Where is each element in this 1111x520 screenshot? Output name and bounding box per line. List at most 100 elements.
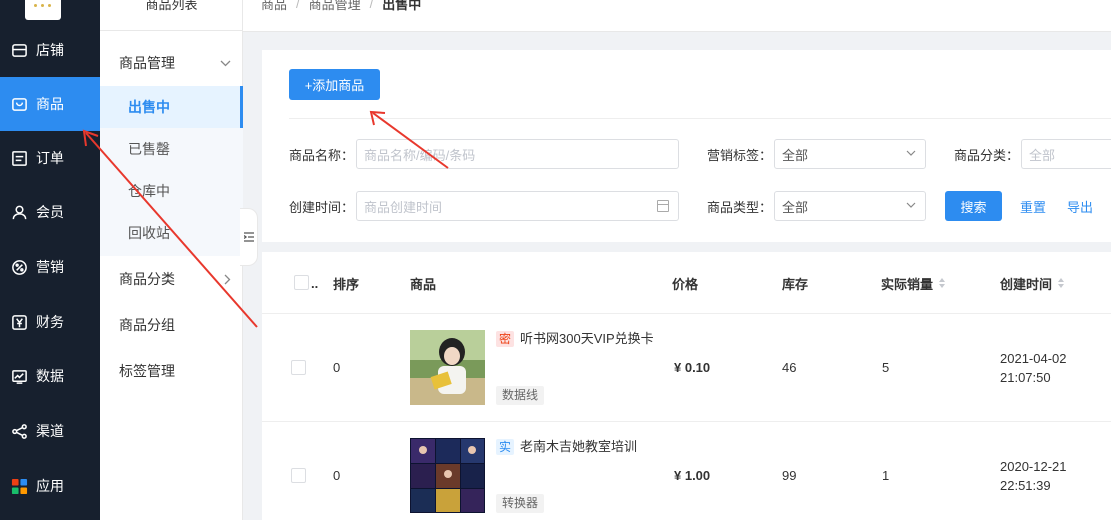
marketing-tag-label: 营销标签：	[707, 147, 773, 163]
apps-icon	[10, 477, 28, 495]
product-type-label: 商品类型：	[707, 199, 773, 215]
logo[interactable]	[25, 0, 61, 20]
row-price: ¥ 1.00	[674, 468, 711, 483]
group-label: 商品分类	[119, 271, 175, 287]
add-product-button[interactable]: +添加商品	[289, 69, 380, 100]
reset-button[interactable]: 重置	[1020, 191, 1046, 221]
bag-icon	[10, 95, 28, 113]
header-product: 商品	[410, 276, 437, 292]
nav-item-products[interactable]: 商品	[0, 77, 100, 131]
created-time-picker[interactable]: 商品创建时间	[356, 191, 679, 221]
order-icon	[10, 149, 28, 167]
select-header-ellipsis: ..	[311, 275, 319, 291]
main-sidebar: 店铺 商品 订单 会员 营销 财务 数据 渠道 应用	[0, 0, 100, 520]
row-checkbox[interactable]	[291, 360, 306, 375]
search-button[interactable]: 搜索	[945, 191, 1002, 221]
user-icon	[10, 203, 28, 221]
header-stock: 库存	[782, 276, 809, 292]
placeholder: 商品名称/编码/条码	[364, 147, 476, 163]
submenu-warehouse[interactable]: 仓库中	[100, 170, 243, 212]
created-time: 21:07:50	[1000, 370, 1051, 385]
product-name[interactable]: 密听书网300天VIP兑换卡	[496, 329, 656, 348]
nav-label: 财务	[36, 314, 64, 330]
product-thumbnail[interactable]	[410, 330, 485, 405]
row-price: ¥ 0.10	[674, 360, 711, 375]
product-type-select[interactable]: 全部	[774, 191, 926, 221]
select-value: 全部	[782, 199, 809, 215]
breadcrumb-separator: /	[296, 0, 300, 11]
nav-item-data[interactable]: 数据	[0, 349, 100, 403]
nav-label: 渠道	[36, 423, 64, 439]
submenu-sold-out[interactable]: 已售罄	[100, 128, 243, 170]
row-checkbox[interactable]	[291, 468, 306, 483]
marketing-tag-select[interactable]: 全部	[774, 139, 926, 169]
store-icon	[10, 41, 28, 59]
row-created: 2020-12-21 22:51:39	[1000, 457, 1067, 495]
breadcrumb: 商品 / 商品管理 / 出售中	[243, 0, 1111, 32]
divider	[289, 118, 1111, 119]
group-product-management[interactable]: 商品管理	[100, 41, 243, 85]
breadcrumb-separator: /	[369, 0, 374, 11]
group-product-category[interactable]: 商品分类	[100, 257, 243, 301]
secondary-nav: 商品列表 商品管理 出售中 已售罄 仓库中 回收站 商品分类 商品分组 标签管理	[100, 0, 243, 520]
row-sales: 1	[882, 468, 890, 483]
product-thumbnail[interactable]	[410, 438, 485, 513]
nav-item-store[interactable]: 店铺	[0, 23, 100, 77]
product-name[interactable]: 实老南木吉她教室培训	[496, 437, 656, 456]
physical-type-badge: 实	[496, 439, 515, 455]
product-table: .. 排序 商品 价格 库存 实际销量 创建时间 0 密听书网300天VIP兑换…	[262, 252, 1111, 520]
calendar-icon	[657, 200, 669, 212]
nav-item-members[interactable]: 会员	[0, 185, 100, 239]
row-created: 2021-04-02 21:07:50	[1000, 349, 1067, 387]
breadcrumb-item[interactable]: 商品管理	[309, 0, 361, 13]
category-select[interactable]: 全部	[1021, 139, 1111, 169]
subnav-title: 商品列表	[145, 0, 198, 12]
product-title: 听书网300天VIP兑换卡	[520, 331, 654, 346]
nav-item-orders[interactable]: 订单	[0, 131, 100, 185]
breadcrumb-item[interactable]: 商品	[261, 0, 287, 13]
group-tag-management[interactable]: 标签管理	[100, 349, 243, 393]
chart-icon	[10, 367, 28, 385]
product-name-label: 商品名称：	[289, 147, 355, 163]
created-date: 2021-04-02	[1000, 351, 1067, 366]
submenu-recycle-bin[interactable]: 回收站	[100, 212, 243, 254]
created-time-label: 创建时间：	[289, 199, 355, 215]
group-label: 商品管理	[119, 55, 175, 71]
nav-label: 会员	[36, 204, 64, 220]
divider	[262, 313, 1111, 314]
created-time: 22:51:39	[1000, 478, 1051, 493]
group-product-group[interactable]: 商品分组	[100, 303, 243, 347]
row-stock: 46	[782, 360, 797, 375]
header-sales-sortable[interactable]: 实际销量	[881, 252, 946, 314]
header-created-sortable[interactable]: 创建时间	[1000, 252, 1065, 314]
select-value: 全部	[1029, 147, 1056, 163]
nav-item-finance[interactable]: 财务	[0, 295, 100, 349]
category-label: 商品分类：	[954, 147, 1020, 163]
sort-icon[interactable]	[1058, 278, 1065, 288]
row-order: 0	[333, 468, 341, 483]
export-button[interactable]: 导出	[1067, 191, 1093, 221]
select-all-checkbox[interactable]	[294, 275, 309, 290]
select-value: 全部	[782, 147, 809, 163]
product-title: 老南木吉她教室培训	[520, 439, 638, 454]
sort-icon[interactable]	[939, 278, 946, 288]
nav-item-marketing[interactable]: 营销	[0, 240, 100, 294]
nav-label: 商品	[36, 96, 64, 112]
created-date: 2020-12-21	[1000, 459, 1067, 474]
nav-label: 店铺	[36, 42, 64, 58]
placeholder: 商品创建时间	[364, 199, 443, 215]
submenu-on-sale[interactable]: 出售中	[100, 86, 243, 128]
nav-label: 订单	[36, 150, 64, 166]
collapse-menu-icon[interactable]	[240, 208, 258, 266]
nav-item-channels[interactable]: 渠道	[0, 404, 100, 458]
header-price: 价格	[672, 276, 699, 292]
chevron-down-icon	[906, 150, 916, 156]
product-name-input[interactable]: 商品名称/编码/条码	[356, 139, 679, 169]
divider	[100, 30, 243, 31]
filter-panel: +添加商品 商品名称： 商品名称/编码/条码 营销标签： 全部 商品分类： 全部…	[262, 50, 1111, 242]
chevron-right-icon	[224, 257, 231, 301]
nav-item-apps[interactable]: 应用	[0, 459, 100, 513]
product-tag: 数据线	[496, 386, 545, 405]
header-sales: 实际销量	[881, 276, 934, 292]
header-created: 创建时间	[1000, 276, 1053, 292]
